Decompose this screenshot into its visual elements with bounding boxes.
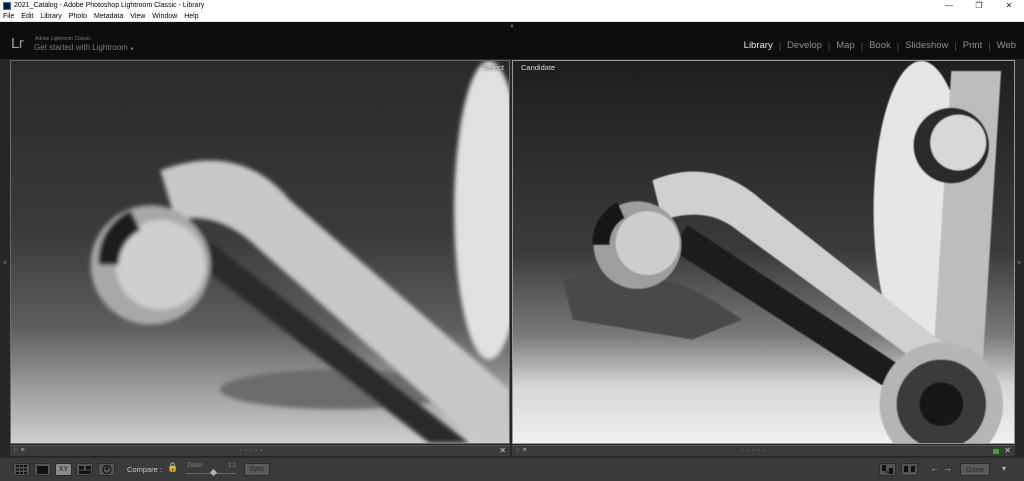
identity-plate-text: Get started with Lightroom <box>34 43 128 52</box>
select-info-bar: ⚐ ⚑ • • • • • ✕ <box>10 445 510 456</box>
module-print[interactable]: Print <box>963 40 983 51</box>
module-web[interactable]: Web <box>997 40 1016 51</box>
select-photo <box>11 61 509 443</box>
window-controls: — ❐ ✕ <box>934 0 1024 11</box>
module-library[interactable]: Library <box>744 40 773 51</box>
module-separator: | <box>988 40 991 51</box>
lock-icon[interactable]: 🔒 <box>167 462 178 473</box>
loupe-view-button[interactable] <box>34 463 51 476</box>
module-separator: | <box>827 40 831 51</box>
module-separator: | <box>860 40 864 51</box>
collapse-top-panel-icon[interactable]: ▲ <box>509 23 515 29</box>
menu-file[interactable]: File <box>3 13 14 20</box>
flag-icon[interactable]: ⚐ ⚑ <box>13 447 25 454</box>
brand-name: Adobe Lightroom Classic <box>35 36 91 42</box>
grid-icon <box>16 465 27 474</box>
zoom-slider-thumb[interactable] <box>209 468 217 477</box>
maximize-button[interactable]: ❐ <box>964 0 994 11</box>
menu-help[interactable]: Help <box>184 13 198 20</box>
grid-view-button[interactable] <box>13 463 30 476</box>
play-arrow-icon: ▸ <box>130 46 134 52</box>
module-separator: | <box>896 40 900 51</box>
swap-icon <box>882 465 893 474</box>
sync-button[interactable]: Sync <box>244 463 270 476</box>
menu-photo[interactable]: Photo <box>69 13 87 20</box>
color-label-icon[interactable] <box>993 449 999 454</box>
module-map[interactable]: Map <box>836 40 854 51</box>
menu-view[interactable]: View <box>130 13 145 20</box>
people-view-button[interactable] <box>98 463 115 476</box>
module-separator: | <box>778 40 782 51</box>
done-button[interactable]: Done <box>960 463 990 476</box>
flag-icon[interactable]: ⚐ ⚑ <box>515 447 527 454</box>
menu-library[interactable]: Library <box>40 13 61 20</box>
select-label: Select <box>483 63 504 72</box>
window-title: 2021_Catalog - Adobe Photoshop Lightroom… <box>14 2 205 9</box>
candidate-photo <box>513 61 1014 443</box>
previous-photo-arrow[interactable]: ← <box>930 463 939 473</box>
module-develop[interactable]: Develop <box>787 40 822 51</box>
star-rating[interactable]: • • • • • <box>240 448 263 454</box>
people-icon <box>101 464 112 475</box>
menu-edit[interactable]: Edit <box>21 13 33 20</box>
identity-plate[interactable]: Get started with Lightroom ▸ <box>34 43 134 52</box>
make-select-button[interactable] <box>901 463 918 476</box>
select-photo-pane[interactable]: Select <box>10 60 510 444</box>
survey-view-button[interactable] <box>76 463 93 476</box>
module-book[interactable]: Book <box>869 40 891 51</box>
lightroom-app-icon <box>3 1 11 10</box>
lightroom-logo: Lr <box>11 35 24 52</box>
survey-icon <box>78 465 91 474</box>
zoom-ratio: 1:1 <box>228 463 237 469</box>
compare-label: Compare : <box>127 465 163 474</box>
star-rating[interactable]: • • • • • <box>742 448 765 454</box>
menu-window[interactable]: Window <box>152 13 177 20</box>
window-titlebar: 2021_Catalog - Adobe Photoshop Lightroom… <box>0 0 1024 11</box>
candidate-photo-pane[interactable]: Candidate <box>512 60 1015 444</box>
compare-view-button[interactable]: XY <box>55 463 72 476</box>
module-separator: | <box>954 40 957 51</box>
collapse-left-panel-icon[interactable]: ◀ <box>2 259 7 266</box>
zoom-label: Zoom <box>187 463 203 469</box>
module-slideshow[interactable]: Slideshow <box>905 40 948 51</box>
loupe-icon <box>37 465 48 474</box>
next-photo-arrow[interactable]: → <box>943 463 952 473</box>
menu-metadata[interactable]: Metadata <box>94 13 123 20</box>
collapse-right-panel-icon[interactable]: ▶ <box>1017 259 1022 266</box>
library-toolbar: XY Compare : 🔒 Zoom 1:1 Sync ← → Done ▾ <box>0 457 1024 481</box>
minimize-button[interactable]: — <box>934 0 964 11</box>
module-picker: Library | Develop | Map | Book | Slidesh… <box>744 40 1016 51</box>
close-candidate-icon[interactable]: ✕ <box>1004 446 1011 455</box>
close-select-icon[interactable]: ✕ <box>499 446 506 455</box>
make-select-icon <box>904 466 915 472</box>
module-header: ▲ Lr Adobe Lightroom Classic Get started… <box>0 22 1024 59</box>
toolbar-menu-chevron-icon[interactable]: ▾ <box>1002 464 1006 473</box>
close-window-button[interactable]: ✕ <box>994 0 1024 11</box>
compare-view-area: ◀ ▶ Select Candidate ⚐ ⚑ • • • • • ✕ ⚐ ⚑… <box>0 59 1024 457</box>
candidate-label: Candidate <box>521 63 556 72</box>
swap-button[interactable] <box>879 463 896 476</box>
candidate-info-bar: ⚐ ⚑ • • • • • ✕ <box>512 445 1015 456</box>
menu-bar: File Edit Library Photo Metadata View Wi… <box>0 11 1024 22</box>
